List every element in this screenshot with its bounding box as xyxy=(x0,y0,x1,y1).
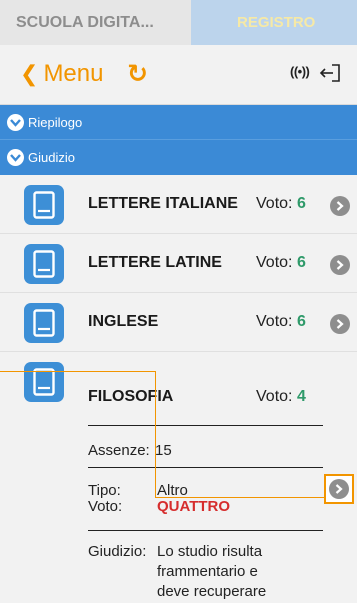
menu-back-button[interactable]: ❮ Menu xyxy=(20,60,103,88)
highlighted-arrow-button[interactable] xyxy=(324,474,354,504)
subject-name: INGLESE xyxy=(88,313,159,330)
voto-text: Voto: xyxy=(256,195,293,212)
top-tab-bar: SCUOLA DIGITA... REGISTRO xyxy=(0,0,357,45)
annotation-line xyxy=(155,371,156,497)
divider xyxy=(88,425,323,426)
divider xyxy=(88,530,323,531)
voto-text: Voto: xyxy=(256,388,293,405)
chevron-down-icon xyxy=(7,114,24,131)
section-riepilogo[interactable]: Riepilogo xyxy=(0,105,357,140)
voto-value: 6 xyxy=(296,254,306,271)
menu-bar: ❮ Menu ↻ ((•)) xyxy=(0,45,357,105)
voto-label: Voto: 6 xyxy=(256,313,306,331)
voto-value: 4 xyxy=(296,388,306,405)
broadcast-icon[interactable]: ((•)) xyxy=(290,64,310,79)
voto-text: Voto: xyxy=(256,313,293,330)
tipo-label: Tipo: xyxy=(88,482,121,499)
annotation-line xyxy=(155,497,325,498)
tab-registro[interactable]: REGISTRO xyxy=(191,0,357,45)
assenze-value: 15 xyxy=(155,442,172,459)
giudizio-line: deve recuperare xyxy=(157,583,267,600)
chevron-right-icon[interactable] xyxy=(330,196,350,216)
voto-label: Voto: 6 xyxy=(256,254,306,272)
section-riepilogo-label: Riepilogo xyxy=(28,115,83,130)
giudizio-label: Giudizio: xyxy=(88,543,147,560)
book-icon xyxy=(24,303,64,343)
subject-row-inglese[interactable]: INGLESE Voto: 6 xyxy=(0,293,357,352)
assenze-label: Assenze: xyxy=(88,442,150,459)
tab-scuola-digitale[interactable]: SCUOLA DIGITA... xyxy=(0,0,191,45)
giudizio-line: Lo studio risulta xyxy=(157,543,263,560)
voto-text: Voto: xyxy=(256,254,293,271)
book-icon xyxy=(24,362,64,402)
refresh-icon[interactable]: ↻ xyxy=(127,60,148,88)
subject-name: FILOSOFIA xyxy=(88,388,174,405)
subject-name: LETTERE LATINE xyxy=(88,254,222,271)
menu-back-label: Menu xyxy=(43,60,104,87)
voto-detail-value: QUATTRO xyxy=(157,498,231,515)
subject-name: LETTERE ITALIANE xyxy=(88,195,238,212)
voto-value: 6 xyxy=(296,195,306,212)
voto-detail-label: Voto: xyxy=(88,498,123,515)
chevron-right-icon xyxy=(329,479,349,499)
chevron-left-icon: ❮ xyxy=(20,61,39,86)
divider xyxy=(88,467,323,468)
subject-row-filosofia[interactable]: FILOSOFIA Voto: 4 xyxy=(0,352,357,412)
giudizio-line: frammentario e xyxy=(157,563,258,580)
subject-row-lettere-latine[interactable]: LETTERE LATINE Voto: 6 xyxy=(0,234,357,293)
subject-row-lettere-italiane[interactable]: LETTERE ITALIANE Voto: 6 xyxy=(0,175,357,234)
voto-label: Voto: 6 xyxy=(256,195,306,213)
annotation-line xyxy=(0,371,155,372)
section-giudizio-label: Giudizio xyxy=(28,150,75,165)
voto-value: 6 xyxy=(296,313,306,330)
exit-icon[interactable] xyxy=(318,62,342,84)
chevron-right-icon[interactable] xyxy=(330,314,350,334)
book-icon xyxy=(24,185,64,225)
chevron-down-icon xyxy=(7,149,24,166)
chevron-right-icon[interactable] xyxy=(330,255,350,275)
book-icon xyxy=(24,244,64,284)
section-giudizio[interactable]: Giudizio xyxy=(0,140,357,175)
voto-label: Voto: 4 xyxy=(256,388,306,406)
